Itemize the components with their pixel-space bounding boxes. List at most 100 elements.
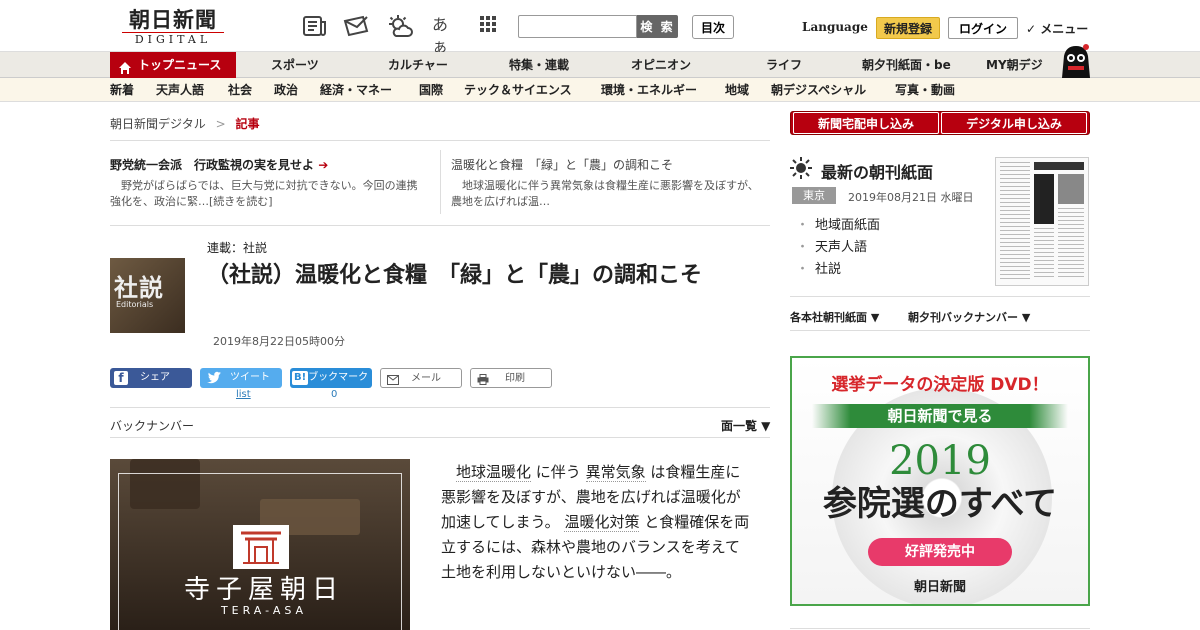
- print-icon: [477, 373, 489, 385]
- facebook-share-button[interactable]: f シェア: [110, 368, 192, 388]
- related-link-title[interactable]: 温暖化と食糧 「緑」と「農」の調和こそ: [451, 156, 673, 173]
- paper-column: [1034, 228, 1054, 278]
- twitter-count[interactable]: list: [236, 389, 251, 400]
- search-input[interactable]: [518, 15, 637, 38]
- nav2-item-photo[interactable]: 写真・動画: [895, 78, 955, 102]
- related-desc: 地球温暖化に伴う異常気象は食糧生産に悪影響を及ぼすが、農地を広げれば温…: [451, 179, 759, 208]
- twitter-icon: [206, 371, 222, 385]
- facebook-icon: f: [114, 371, 128, 385]
- nav2-item-economy[interactable]: 経済・マネー: [320, 78, 392, 102]
- nav-item-culture[interactable]: カルチャー: [388, 52, 448, 78]
- mail-magazine-icon[interactable]: [342, 14, 372, 38]
- page-list-dropdown[interactable]: 面一覧 ▼: [721, 417, 770, 434]
- nav2-item-society[interactable]: 社会: [228, 78, 252, 102]
- paper-link-editorial[interactable]: ・社説: [796, 258, 841, 277]
- breadcrumb: 朝日新聞デジタル > 記事: [110, 115, 260, 132]
- ad-cta-button[interactable]: 好評発売中: [868, 538, 1012, 566]
- top-news-label: トップニュース: [138, 58, 222, 72]
- contents-button[interactable]: 目次: [692, 15, 734, 39]
- nav2-item-politics[interactable]: 政治: [274, 78, 298, 102]
- regional-paper-dropdown[interactable]: 各本社朝刊紙面 ▼: [790, 309, 879, 325]
- divider: [790, 330, 1090, 331]
- paper-column: [1058, 208, 1084, 278]
- divider: [790, 296, 1090, 297]
- print-label: 印刷: [505, 373, 525, 384]
- ad-banner: 朝日新聞で見る: [812, 404, 1068, 428]
- twitter-share-button[interactable]: ツイート: [200, 368, 282, 388]
- mail-label: メール: [411, 373, 441, 384]
- paper-column: [1000, 162, 1030, 282]
- logo-sub-text: DIGITAL: [122, 32, 224, 47]
- backnumber-label[interactable]: バックナンバー: [110, 417, 194, 434]
- keyword-link[interactable]: 温暖化対策: [564, 513, 640, 532]
- text-size-icon[interactable]: あぁ: [432, 14, 458, 56]
- breadcrumb-home[interactable]: 朝日新聞デジタル: [110, 117, 206, 131]
- nav2-item-environment[interactable]: 環境・エネルギー: [601, 78, 697, 102]
- nav-item-paper[interactable]: 朝夕刊紙面・be: [862, 52, 951, 78]
- paper-photo: [1058, 174, 1084, 204]
- nav-item-features[interactable]: 特集・連載: [509, 52, 569, 78]
- newspaper-delivery-button[interactable]: 新聞宅配申し込み: [793, 112, 939, 134]
- paper-link-label: 天声人語: [815, 240, 868, 255]
- menu-button[interactable]: ✓ メニュー: [1026, 20, 1088, 37]
- language-link[interactable]: Language: [802, 20, 868, 34]
- divider: [110, 407, 770, 408]
- nav-item-top-news[interactable]: トップニュース: [110, 52, 236, 78]
- mail-share-button[interactable]: メール: [380, 368, 462, 388]
- grid-apps-icon[interactable]: [478, 14, 504, 38]
- related-desc: 野党がばらばらでは、巨大与党に対抗できない。今回の連携強化を、政治に緊…[続きを…: [110, 179, 418, 208]
- arrow-right-icon: ➔: [318, 158, 329, 172]
- divider: [110, 225, 770, 226]
- editorial-thumbnail[interactable]: 社説 Editorials: [110, 258, 185, 333]
- article-body: 地球温暖化 に伴う 異常気象 は食糧生産に悪影響を及ぼすが、農地を広げれば温暖化…: [441, 460, 753, 585]
- signup-button[interactable]: 新規登録: [876, 17, 940, 39]
- twitter-label: ツイート: [230, 372, 270, 383]
- newspaper-front-page-image[interactable]: [995, 157, 1089, 286]
- ad-year: 2019: [889, 438, 991, 484]
- digital-signup-button[interactable]: デジタル申し込み: [941, 112, 1087, 134]
- hatena-icon: B!: [292, 371, 309, 385]
- keyword-link[interactable]: 異常気象: [585, 463, 646, 482]
- nav-item-opinion[interactable]: オピニオン: [631, 52, 691, 78]
- backnumber-dropdown[interactable]: 朝夕刊バックナンバー ▼: [908, 309, 1030, 325]
- promo-sub: TERA-ASA: [220, 604, 308, 617]
- related-link-title[interactable]: 野党統一会派 行政監視の実を見せよ ➔: [110, 156, 328, 173]
- paper-link-regional[interactable]: ・地域面紙面: [796, 214, 880, 233]
- dvd-advertisement[interactable]: 選挙データの決定版 DVD！ 朝日新聞で見る 2019 参院選のすべて 好評発売…: [790, 356, 1090, 606]
- search-button[interactable]: 検 索: [637, 15, 678, 38]
- nav2-item-international[interactable]: 国際: [419, 78, 443, 102]
- temple-icon: [233, 525, 289, 569]
- terakoya-promo-banner[interactable]: 寺子屋朝日 TERA-ASA: [110, 459, 410, 630]
- hatena-bookmark-button[interactable]: B! ブックマーク: [290, 368, 372, 388]
- thumb-title: 社説: [114, 273, 164, 302]
- paper-link-tensei[interactable]: ・天声人語: [796, 236, 867, 255]
- divider: [110, 437, 770, 438]
- weather-icon[interactable]: [387, 14, 413, 38]
- site-header: 朝日新聞 DIGITAL あぁ 検 索 目次 Language 新規登録 ログイ…: [0, 0, 1200, 56]
- nav2-item-special[interactable]: 朝デジスペシャル: [771, 78, 866, 102]
- newspaper-icon[interactable]: [302, 14, 328, 38]
- nav2-item-region[interactable]: 地域: [725, 78, 749, 102]
- paper-link-label: 社説: [815, 262, 842, 277]
- divider: [110, 140, 770, 141]
- breadcrumb-separator: >: [215, 117, 226, 131]
- login-button[interactable]: ログイン: [948, 17, 1018, 39]
- latest-paper-title: 最新の朝刊紙面: [821, 163, 934, 182]
- article-date: 2019年8月22日05時00分: [213, 335, 345, 348]
- keyword-link[interactable]: 地球温暖化: [456, 463, 532, 482]
- region-badge: 東京: [792, 187, 836, 204]
- promo-title: 寺子屋朝日: [183, 575, 344, 605]
- nav2-item-new[interactable]: 新着: [110, 78, 134, 102]
- ad-title: 参院選のすべて: [822, 484, 1058, 524]
- nav-item-life[interactable]: ライフ: [766, 52, 802, 78]
- site-logo[interactable]: 朝日新聞 DIGITAL: [118, 8, 228, 48]
- nav-item-sports[interactable]: スポーツ: [271, 52, 319, 78]
- nav2-item-tech[interactable]: テック＆サイエンス: [464, 78, 572, 102]
- nav-item-my[interactable]: MY朝デジ: [986, 52, 1043, 78]
- print-button[interactable]: 印刷: [470, 368, 552, 388]
- nav2-item-tensei[interactable]: 天声人語: [156, 78, 204, 102]
- series-label[interactable]: 連載：社説: [207, 239, 267, 256]
- hatena-count[interactable]: 0: [331, 389, 337, 400]
- ad-headline: 選挙データの決定版 DVD！: [831, 375, 1049, 395]
- sun-icon: [790, 157, 812, 179]
